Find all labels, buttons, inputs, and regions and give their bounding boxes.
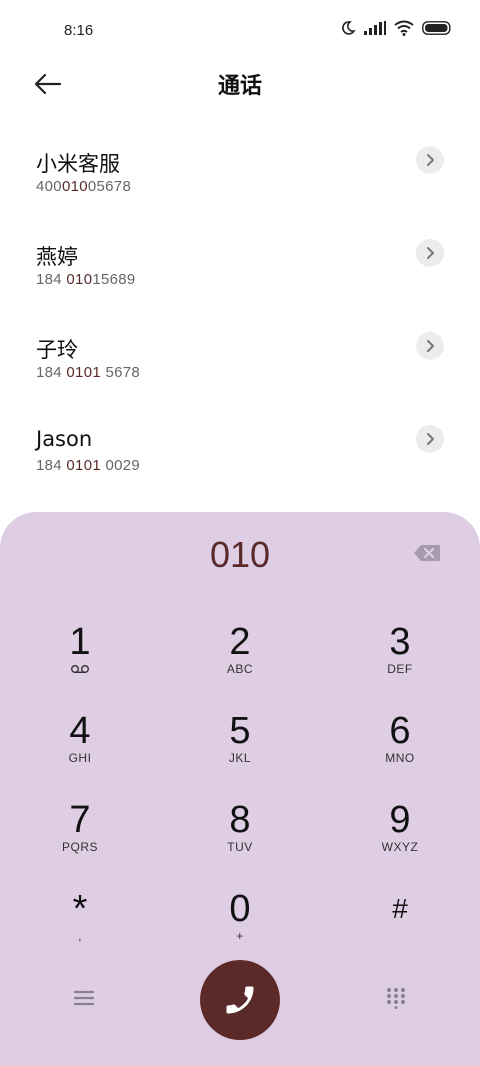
contact-row[interactable]: 小米客服 40001005678 xyxy=(0,130,480,223)
signal-icon xyxy=(364,21,386,35)
key-4[interactable]: 4 GHI xyxy=(20,709,140,789)
keypad-icon xyxy=(387,988,405,1009)
menu-button[interactable] xyxy=(62,976,106,1020)
contact-row[interactable]: 子玲 184 0101 5678 xyxy=(0,316,480,409)
contact-number: 184 0101 5678 xyxy=(36,364,141,381)
voicemail-icon xyxy=(71,665,89,673)
contact-number: 40001005678 xyxy=(36,178,132,195)
app-bar: 通话 xyxy=(0,62,480,106)
dial-input[interactable]: 010 xyxy=(0,534,480,576)
phone-icon xyxy=(226,986,254,1014)
wifi-icon xyxy=(394,20,414,36)
chevron-right-icon xyxy=(427,154,434,166)
menu-icon xyxy=(74,990,94,1006)
contact-name: Jason xyxy=(36,427,93,451)
chevron-right-icon xyxy=(427,340,434,352)
contact-details-button[interactable] xyxy=(416,239,444,267)
keypad-toggle-button[interactable] xyxy=(374,976,418,1020)
dialer-panel: 010 1 2 ABC 3 DEF 4 GHI 5 JKL 6 MNO 7 PQ… xyxy=(0,512,480,1066)
contact-name: 燕婷 xyxy=(36,245,78,269)
status-time: 8:16 xyxy=(64,22,94,39)
contact-details-button[interactable] xyxy=(416,146,444,174)
key-8[interactable]: 8 TUV xyxy=(180,798,300,878)
key-9[interactable]: 9 WXYZ xyxy=(340,798,460,878)
contact-list: 小米客服 40001005678 燕婷 184 01015689 子玲 184 … xyxy=(0,130,480,502)
chevron-right-icon xyxy=(427,433,434,445)
backspace-button[interactable] xyxy=(412,542,442,564)
battery-icon xyxy=(422,21,451,35)
contact-number: 184 01015689 xyxy=(36,271,136,288)
chevron-right-icon xyxy=(427,247,434,259)
dialer-actions xyxy=(0,960,480,1040)
key-2[interactable]: 2 ABC xyxy=(180,620,300,700)
contact-name: 子玲 xyxy=(36,338,78,362)
call-button[interactable] xyxy=(200,960,280,1040)
contact-number: 184 0101 0029 xyxy=(36,457,141,474)
key-7[interactable]: 7 PQRS xyxy=(20,798,140,878)
backspace-icon xyxy=(414,545,440,561)
key-star[interactable]: * , xyxy=(20,887,140,967)
status-bar: 8:16 xyxy=(0,0,480,62)
page-title: 通话 xyxy=(217,74,262,99)
key-hash[interactable]: # xyxy=(340,887,460,967)
key-3[interactable]: 3 DEF xyxy=(340,620,460,700)
key-1[interactable]: 1 xyxy=(20,620,140,700)
contact-name: 小米客服 xyxy=(36,152,120,176)
contact-details-button[interactable] xyxy=(416,332,444,360)
moon-icon xyxy=(342,21,356,35)
contact-row[interactable]: Jason 184 0101 0029 xyxy=(0,409,480,502)
key-0[interactable]: 0 + xyxy=(180,887,300,967)
contact-row[interactable]: 燕婷 184 01015689 xyxy=(0,223,480,316)
key-6[interactable]: 6 MNO xyxy=(340,709,460,789)
status-icons xyxy=(340,20,452,36)
key-5[interactable]: 5 JKL xyxy=(180,709,300,789)
contact-details-button[interactable] xyxy=(416,425,444,453)
